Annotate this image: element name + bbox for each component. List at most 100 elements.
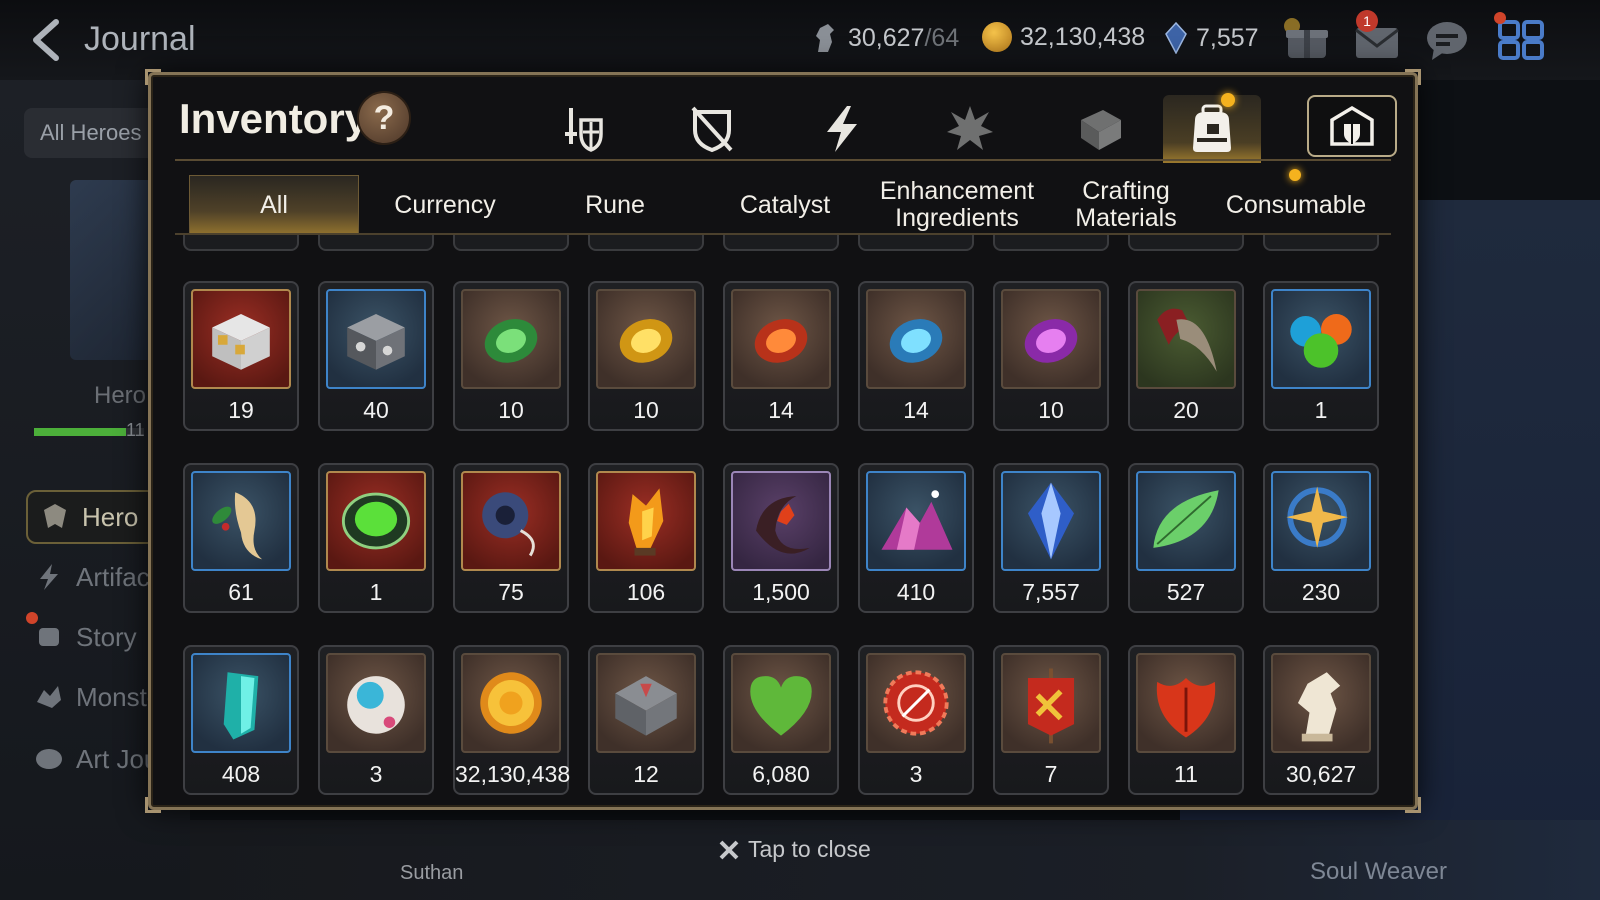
menu-grid-icon[interactable] [1496, 18, 1546, 62]
scroll-icon [39, 628, 59, 646]
item-slot-slime-orbs[interactable]: 1 [1263, 281, 1379, 431]
tab-misc[interactable] [1051, 95, 1149, 163]
red-leaf-icon [1156, 678, 1216, 738]
tab-catalyst-items[interactable]: Catalyst [701, 175, 869, 235]
star-compass-icon [1286, 486, 1348, 548]
tab-currency[interactable]: Currency [361, 175, 529, 235]
scrolled-slot [858, 235, 974, 251]
item-slot-pink-crystal-mountain[interactable]: 410 [858, 463, 974, 613]
gold-counter[interactable]: 32,130,438 [982, 22, 1145, 52]
sidebar-item-label: Story [76, 621, 137, 652]
tab-rune[interactable]: Rune [531, 175, 699, 235]
item-slot-green-gem[interactable]: 1 [318, 463, 434, 613]
shield-icon [691, 106, 733, 153]
help-button[interactable]: ? [357, 91, 411, 145]
item-quantity: 106 [626, 579, 666, 605]
root-herb-icon [212, 492, 263, 560]
frame-corner [145, 69, 161, 85]
tab-no-equip[interactable] [663, 95, 761, 163]
tab-storage[interactable] [1307, 95, 1397, 157]
hero-emblem-icon [44, 504, 66, 528]
tab-all[interactable]: All [189, 175, 359, 235]
item-quantity: 14 [768, 397, 794, 423]
tab-catalyst[interactable] [921, 95, 1019, 163]
item-slot-blue-rune[interactable]: 14 [858, 281, 974, 431]
gift-icon[interactable] [1282, 18, 1332, 62]
skystone-counter[interactable]: 7,557 [1164, 22, 1259, 54]
item-quantity: 3 [909, 761, 923, 787]
item-slot-purple-rune[interactable]: 10 [993, 281, 1109, 431]
green-leaf-icon [1153, 490, 1219, 548]
top-bar: Journal 30,627/64 32,130,438 7,557 1 [0, 0, 1600, 80]
item-slot-skystone-crystal[interactable]: 7,557 [993, 463, 1109, 613]
skystone-icon [1165, 22, 1187, 54]
stamina-counter[interactable]: 30,627/64 [810, 22, 959, 54]
item-quantity: 40 [363, 397, 389, 423]
item-slot-root-herb[interactable]: 61 [183, 463, 299, 613]
item-slot-red-leaf[interactable]: 11 [1128, 645, 1244, 795]
item-quantity: 410 [896, 579, 936, 605]
mail-badge: 1 [1356, 10, 1378, 32]
item-slot-claw-material[interactable]: 20 [1128, 281, 1244, 431]
close-icon [719, 840, 739, 859]
sidebar-item-story[interactable]: Story [34, 612, 137, 662]
item-quantity: 75 [498, 579, 524, 605]
mech-orb-icon [347, 676, 405, 734]
item-slot-gold-coin[interactable]: 32,130,438 [453, 645, 570, 795]
item-slot-red-seal[interactable]: 3 [858, 645, 974, 795]
item-slot-horse-stamina[interactable]: 30,627 [1263, 645, 1379, 795]
tab-crafting-materials[interactable]: Crafting Materials [1041, 175, 1211, 235]
item-slot-yellow-rune[interactable]: 10 [588, 281, 704, 431]
dragon-icon [37, 686, 61, 708]
horse-stamina-icon [816, 24, 834, 52]
item-quantity: 7,557 [1022, 579, 1080, 605]
sidebar-item-label: Hero [82, 501, 139, 532]
level-bar-fill [34, 428, 126, 436]
item-slot-battle-banner[interactable]: 7 [993, 645, 1109, 795]
item-quantity: 10 [633, 397, 659, 423]
back-arrow-icon[interactable] [26, 18, 70, 62]
item-quantity: 61 [228, 579, 254, 605]
stone-block-icon [615, 676, 677, 736]
inventory-modal: Inventory ? All Currency Rune Catalyst E… [145, 69, 1421, 813]
item-slot-dark-charm[interactable]: 1,500 [723, 463, 839, 613]
item-slot-flame-crystal[interactable]: 106 [588, 463, 704, 613]
tab-inventory-bag[interactable] [1163, 95, 1261, 163]
item-quantity: 527 [1166, 579, 1206, 605]
item-quantity: 3 [369, 761, 383, 787]
close-prompt[interactable]: Tap to close [718, 836, 871, 863]
item-slot-green-heart[interactable]: 6,080 [723, 645, 839, 795]
green-gem-icon [341, 492, 411, 550]
red-rune-icon [754, 319, 808, 363]
item-quantity: 14 [903, 397, 929, 423]
chat-icon[interactable] [1422, 18, 1472, 62]
pendant-ring-icon [482, 492, 535, 557]
item-slot-cyan-crystal[interactable]: 408 [183, 645, 299, 795]
tab-artifact[interactable] [793, 95, 891, 163]
item-slot-silver-gold-box[interactable]: 19 [183, 281, 299, 431]
level-number: 11 [126, 420, 145, 440]
item-slot-red-rune[interactable]: 14 [723, 281, 839, 431]
item-quantity: 19 [228, 397, 254, 423]
slime-orbs-icon [1290, 314, 1352, 368]
tab-equipment[interactable] [535, 95, 633, 163]
item-slot-silver-box[interactable]: 40 [318, 281, 434, 431]
sidebar-item-artifact[interactable]: Artifact [34, 552, 157, 602]
hero-name: Suthan [400, 862, 464, 884]
tab-consumable[interactable]: Consumable [1211, 175, 1381, 235]
item-slot-stone-block[interactable]: 12 [588, 645, 704, 795]
item-slot-mech-orb[interactable]: 3 [318, 645, 434, 795]
banner-icon [1027, 668, 1075, 744]
item-slot-star-compass[interactable]: 230 [1263, 463, 1379, 613]
bolt-icon [40, 564, 58, 590]
item-slot-pendant-ring[interactable]: 75 [453, 463, 569, 613]
gold-coin-icon [982, 22, 1012, 52]
item-slot-green-rune[interactable]: 10 [453, 281, 569, 431]
horse-stamina-icon [1297, 672, 1341, 742]
green-heart-icon [750, 676, 812, 736]
sidebar-item-label: Artifact [76, 561, 157, 592]
item-slot-green-leaf[interactable]: 527 [1128, 463, 1244, 613]
red-seal-icon [883, 670, 949, 736]
tab-enhancement-ingredients[interactable]: Enhancement Ingredients [867, 175, 1047, 235]
frame-corner [1405, 69, 1421, 85]
